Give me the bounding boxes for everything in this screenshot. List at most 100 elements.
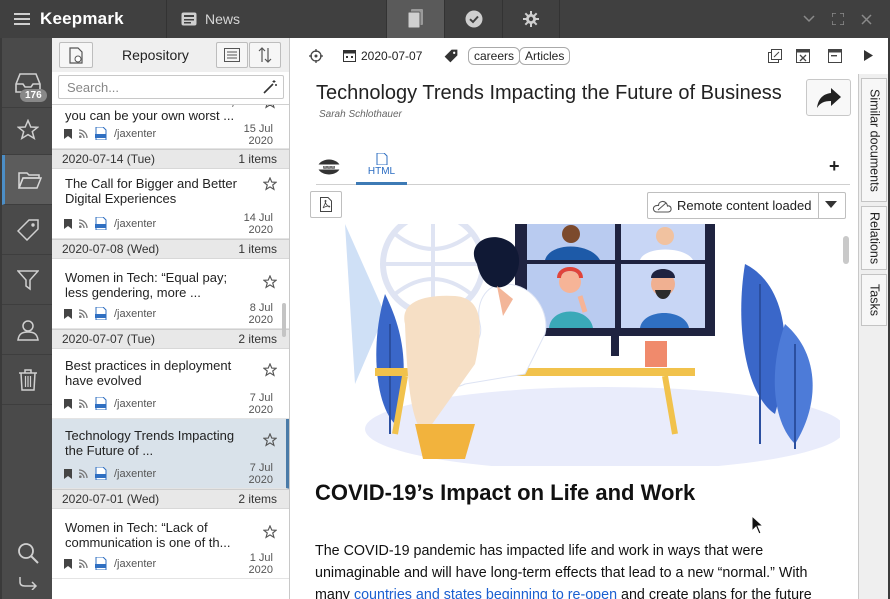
star-outline-icon[interactable] [263,433,277,447]
sort-button[interactable] [249,42,281,68]
open-external-icon[interactable] [768,49,782,63]
item-source: /jaxenter [114,127,157,140]
search-field[interactable] [58,75,284,99]
date-group-header: 2020-07-14 (Tue) 1 items [52,149,289,169]
title-bar: Keepmark News [0,0,890,38]
tab-web-view[interactable]: www [316,148,342,185]
magic-wand-icon[interactable] [263,80,277,94]
app-logo: Keepmark [14,8,124,30]
nav-logout[interactable] [2,568,54,598]
bookmark-icon [64,468,72,479]
dropdown-arrow-icon[interactable] [825,201,837,208]
arrow-return-icon [18,576,38,590]
expand-icon [832,13,844,25]
nav-filters[interactable] [2,255,54,305]
sort-icon [258,47,272,63]
nav-trash[interactable] [2,355,54,405]
content-scrollbar[interactable] [843,236,849,264]
close-document-icon[interactable] [796,49,810,63]
list-scrollbar[interactable] [282,303,286,337]
document-list: Women in Tech: "Sometimes, you can be yo… [52,104,289,599]
tab-settings[interactable] [502,0,560,38]
article-link[interactable]: countries and states beginning to re-ope… [354,587,617,599]
html-file-icon [95,557,107,570]
star-outline-icon[interactable] [263,525,277,539]
mouse-cursor-icon [751,515,765,535]
nav-inbox[interactable]: 176 [2,58,54,108]
list-item[interactable]: The Call for Bigger and Better Digital E… [52,169,289,239]
view-mode-button[interactable] [216,42,248,68]
rss-icon [79,219,88,228]
item-source: /jaxenter [114,467,157,480]
side-tab-similar-documents[interactable]: Similar documents [861,78,887,202]
star-outline-icon[interactable] [263,177,277,191]
item-source: /jaxenter [114,217,157,230]
play-arrow-icon[interactable] [864,50,873,61]
svg-text:www: www [322,165,336,171]
item-title: Women in Tech: “Equal pay; less genderin… [65,270,228,300]
document-date: 2020-07-07 [361,49,423,63]
html-file-icon [95,307,107,320]
document-detail-panel: 2020-07-07 careers Articles Technology T… [290,38,888,599]
list-header: Repository [52,38,289,72]
view-tabs: www HTML [316,148,850,185]
item-date: 14 Jul 2020 [243,212,273,236]
side-tab-tasks[interactable]: Tasks [861,274,887,326]
nav-people[interactable] [2,305,54,355]
new-document-button[interactable] [59,42,93,68]
hamburger-menu-icon[interactable] [14,13,30,25]
trash-icon [18,368,38,391]
document-author: Sarah Schlothauer [319,109,402,120]
star-outline-icon[interactable] [263,105,277,109]
pdf-file-icon [320,197,332,212]
html-file-icon [95,217,107,230]
html-tab-label: HTML [367,166,396,177]
add-view-button[interactable]: + [829,156,840,177]
tab-html-view[interactable]: HTML [356,148,407,185]
tab-done[interactable] [444,0,502,38]
date-group-header: 2020-07-07 (Tue) 2 items [52,329,289,349]
list-item[interactable]: Best practices in deployment have evolve… [52,349,289,419]
nav-repository[interactable] [2,155,54,205]
bookmark-icon [64,218,72,229]
item-source: /jaxenter [114,557,157,570]
nav-tags[interactable] [2,205,54,255]
rss-icon [79,309,88,318]
tab-documents[interactable] [386,0,444,38]
navigation-rail: 176 [0,38,54,599]
bookmark-icon [64,558,72,569]
tag-icon[interactable] [444,49,458,63]
maximize-button[interactable] [824,0,852,38]
remote-content-button[interactable]: Remote content loaded [647,192,846,219]
search-input[interactable] [67,76,257,98]
article-hero-image [315,224,840,466]
rss-icon [79,399,88,408]
crosshair-icon[interactable] [309,49,323,63]
cloud-icon [652,199,672,213]
pdf-button[interactable] [310,191,342,218]
list-item[interactable]: Women in Tech: “Equal pay; less genderin… [52,259,289,329]
list-item[interactable]: Women in Tech: "Sometimes, you can be yo… [52,105,289,149]
side-tab-relations[interactable]: Relations [861,206,887,270]
section-tab-news[interactable]: News [166,0,386,38]
list-item[interactable]: Women in Tech: “Lack of communication is… [52,509,289,579]
video-call-illustration [315,224,840,466]
tag-chip-articles[interactable]: Articles [519,47,571,65]
tag-chip-careers[interactable]: careers [468,47,521,65]
star-outline-icon[interactable] [263,275,277,289]
item-source: /jaxenter [114,307,157,320]
html-file-icon [95,467,107,480]
list-view-icon [224,48,240,62]
minimize-button[interactable] [795,0,823,38]
star-outline-icon[interactable] [263,363,277,377]
share-button[interactable] [806,79,851,116]
window-icon[interactable] [828,49,842,63]
item-source: /jaxenter [114,397,157,410]
search-icon [17,542,39,564]
close-button[interactable] [852,0,880,38]
user-icon [17,319,39,341]
list-item-selected[interactable]: Technology Trends Impacting the Future o… [52,419,289,489]
html-file-icon [375,153,389,165]
close-icon [860,13,872,25]
nav-favorites[interactable] [2,105,54,155]
